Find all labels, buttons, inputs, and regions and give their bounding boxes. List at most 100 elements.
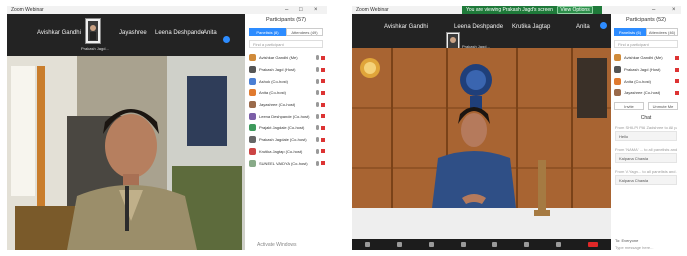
video-off-icon xyxy=(321,79,325,84)
tile-name[interactable]: Leena Deshpande xyxy=(454,24,503,30)
participant-list: Avishkar Gandhi (Me) Prakash Jagd (Host)… xyxy=(614,52,679,99)
participants-tabs: Panelists (6) Attendees (46) xyxy=(614,28,678,36)
tab-attendees[interactable]: Attendees (46) xyxy=(646,28,678,36)
video-off-icon xyxy=(321,102,325,107)
participant-name: Prakash Jagdale (Co-host) xyxy=(259,137,307,143)
mute-icon[interactable] xyxy=(365,242,371,247)
speaker-video-frame xyxy=(352,48,611,239)
main-video xyxy=(352,48,611,239)
participant-row[interactable]: Prakash Jagdale (Co-host) xyxy=(249,134,325,146)
mic-icon xyxy=(316,78,319,84)
participant-name: Avishkar Gandhi (Me) xyxy=(259,55,298,61)
participant-row[interactable]: Anita (Co-host) xyxy=(249,87,325,99)
participant-search-input[interactable]: Find a participant xyxy=(614,40,678,48)
tile-name[interactable]: Avishkar Gandhi xyxy=(384,24,428,30)
participant-name: SUNEEL VAIDYA (Co-host) xyxy=(259,160,308,166)
tile-name[interactable]: Anita xyxy=(203,30,217,36)
tile-name[interactable]: Krutika Jagtap xyxy=(512,24,550,30)
participant-name: Leena Deshpande (Co-host) xyxy=(259,113,310,119)
participant-name: Krutika Jagtap (Co-host) xyxy=(259,148,303,154)
participants-panel: Participants (52) Panelists (6) Attendee… xyxy=(611,14,681,250)
view-options-button[interactable]: View Options xyxy=(557,6,593,14)
tile-name[interactable]: Jayashree xyxy=(119,30,147,36)
video-off-icon xyxy=(675,67,679,72)
participant-search-input[interactable]: Find a participant xyxy=(249,40,323,48)
mic-icon xyxy=(316,148,319,154)
chat-icon[interactable] xyxy=(460,242,466,247)
tile-name[interactable]: Leena Deshpande xyxy=(155,30,204,36)
participant-name: Jayashree (Co-host) xyxy=(624,90,661,96)
participant-row[interactable]: SUNEEL VAIDYA (Co-host) xyxy=(249,157,325,169)
reactions-icon[interactable] xyxy=(555,242,561,247)
participant-name: Ashok (Co-host) xyxy=(259,78,288,84)
screen-share-text: You are viewing Prakash Jagd's screen xyxy=(466,7,553,13)
video-icon[interactable] xyxy=(397,242,403,247)
unmute-me-button[interactable]: Unmute Me xyxy=(648,102,678,110)
participants-title: Participants (52) xyxy=(625,17,667,23)
tab-attendees[interactable]: Attendees (49) xyxy=(286,28,323,36)
avatar xyxy=(249,101,256,109)
video-strip: Avishkar Gandhi Prakash Jagd... Jayashre… xyxy=(7,14,245,56)
video-off-icon xyxy=(321,90,325,95)
participant-row[interactable]: Krutika Jagtap (Co-host) xyxy=(249,146,325,158)
maximize-icon[interactable]: □ xyxy=(299,6,303,14)
zoom-window-right: Zoom Webinar – × You are viewing Prakash… xyxy=(352,6,681,250)
title-bar: Zoom Webinar – □ × xyxy=(7,6,327,14)
participant-row[interactable]: Prajakt Jagdale (Co-host) xyxy=(249,122,325,134)
close-icon[interactable]: × xyxy=(314,6,318,14)
chat-recipient-select[interactable]: To: Everyone xyxy=(615,238,677,243)
video-off-icon xyxy=(321,67,325,72)
participants-icon[interactable] xyxy=(428,242,434,247)
avatar xyxy=(249,112,256,120)
participant-name: Anita (Co-host) xyxy=(259,90,286,96)
active-speaker-thumbnail[interactable] xyxy=(85,18,101,44)
participant-row[interactable]: Leena Deshpande (Co-host) xyxy=(249,110,325,122)
participant-row[interactable]: Ashok (Co-host) xyxy=(249,75,325,87)
chat-title: Chat xyxy=(640,115,652,121)
participant-row[interactable]: Anita (Co-host) xyxy=(614,75,679,87)
tab-panelists[interactable]: Panelists (6) xyxy=(614,28,646,36)
window-title: Zoom Webinar xyxy=(11,7,44,13)
mic-icon xyxy=(316,90,319,96)
minimize-icon[interactable]: – xyxy=(285,6,288,14)
invite-button[interactable]: Invite xyxy=(614,102,644,110)
avatar xyxy=(614,77,621,85)
next-page-icon[interactable] xyxy=(600,22,607,29)
participant-row[interactable]: Prakash Jagd (Host) xyxy=(249,64,325,76)
participants-panel: Participants (57) Panelists (8) Attendee… xyxy=(245,14,327,250)
main-video xyxy=(7,56,245,250)
zoom-window-left: Zoom Webinar – □ × Avishkar Gandhi Praka… xyxy=(7,6,327,250)
close-icon[interactable]: × xyxy=(672,6,676,14)
video-off-icon xyxy=(321,114,325,119)
share-screen-icon[interactable] xyxy=(492,242,498,247)
participant-row[interactable]: Jayashree (Co-host) xyxy=(614,87,679,99)
avatar xyxy=(249,124,256,132)
participant-row[interactable]: Avishkar Gandhi (Me) xyxy=(614,52,679,64)
record-icon[interactable] xyxy=(524,242,530,247)
tile-name[interactable]: Avishkar Gandhi xyxy=(37,30,81,36)
screen-share-banner: You are viewing Prakash Jagd's screen Vi… xyxy=(462,6,602,14)
avatar xyxy=(249,54,256,62)
next-page-icon[interactable] xyxy=(223,36,230,43)
chat-message-meta: From V.Yagn... to all panelists and atte… xyxy=(615,169,677,174)
video-off-icon xyxy=(321,149,325,154)
participant-name: Prakash Jagd (Host) xyxy=(259,67,296,73)
leave-button[interactable] xyxy=(587,242,598,247)
tile-name[interactable]: Anita xyxy=(576,24,590,30)
avatar xyxy=(249,89,256,97)
video-off-icon xyxy=(321,137,325,142)
avatar xyxy=(249,77,256,85)
participant-row[interactable]: Avishkar Gandhi (Me) xyxy=(249,52,325,64)
minimize-icon[interactable]: – xyxy=(652,6,655,14)
video-off-icon xyxy=(321,55,325,60)
meeting-toolbar xyxy=(352,239,611,250)
participant-name: Anita (Co-host) xyxy=(624,78,651,84)
participant-row[interactable]: Jayashree (Co-host) xyxy=(249,99,325,111)
avatar xyxy=(249,136,256,144)
tab-panelists[interactable]: Panelists (8) xyxy=(249,28,286,36)
chat-input[interactable]: Type message here... xyxy=(615,245,677,250)
participant-row[interactable]: Prakash Jagd (Host) xyxy=(614,64,679,76)
video-off-icon xyxy=(675,55,679,60)
participant-name: Avishkar Gandhi (Me) xyxy=(624,55,663,61)
chat-message: Hello xyxy=(615,131,677,141)
